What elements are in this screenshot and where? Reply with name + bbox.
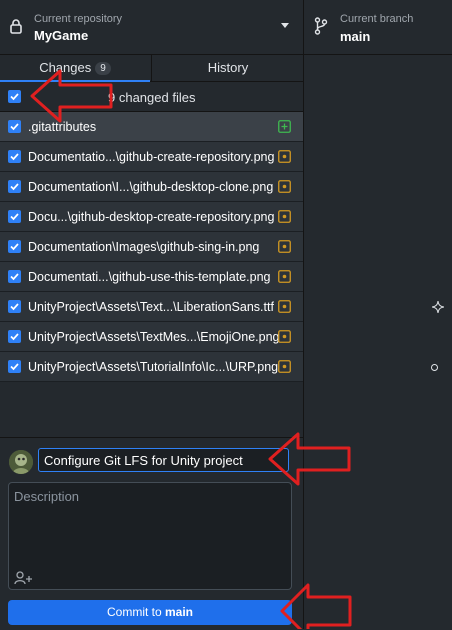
- file-include-checkbox[interactable]: [8, 330, 21, 343]
- branch-name: main: [340, 29, 371, 44]
- file-include-checkbox[interactable]: [8, 150, 21, 163]
- commit-button-prefix: Commit to: [106, 605, 165, 619]
- commit-panel: Commit to main: [0, 437, 303, 630]
- tab-history-label: History: [207, 60, 249, 75]
- changes-sidebar: Changes 9 History 9 changed files .gitatt…: [0, 55, 304, 630]
- file-modified-icon: [278, 270, 291, 286]
- file-path: Documentation\Images\github-sing-in.png: [28, 240, 260, 254]
- branch-caption: Current branch: [340, 13, 414, 25]
- lock-icon: [10, 19, 22, 37]
- current-repository-button[interactable]: Current repository MyGame: [0, 0, 304, 54]
- file-row[interactable]: UnityProject\Assets\Text...\LiberationSa…: [0, 292, 303, 322]
- repository-name: MyGame: [34, 28, 89, 43]
- file-modified-icon: [278, 360, 291, 376]
- file-row[interactable]: Documentation\Images\github-sing-in.png: [0, 232, 303, 262]
- commit-button[interactable]: Commit to main: [8, 600, 292, 625]
- commit-description-box: [8, 482, 292, 590]
- commit-description-input[interactable]: [9, 483, 291, 563]
- file-include-checkbox[interactable]: [8, 120, 21, 133]
- current-branch-button[interactable]: Current branch main: [304, 0, 452, 54]
- file-row[interactable]: UnityProject\Assets\TextMes...\EmojiOne.…: [0, 322, 303, 352]
- file-include-checkbox[interactable]: [8, 360, 21, 373]
- tab-history[interactable]: History: [151, 55, 304, 81]
- file-path: Documentation\I...\github-desktop-clone.…: [28, 180, 274, 194]
- file-path: UnityProject\Assets\TutorialInfo\Ic...\U…: [28, 360, 279, 374]
- diff-pane: [304, 55, 452, 629]
- file-include-checkbox[interactable]: [8, 180, 21, 193]
- file-path: Documentatio...\github-create-repository…: [28, 150, 275, 164]
- file-row[interactable]: Documentati...\github-use-this-template.…: [0, 262, 303, 292]
- file-added-icon: [278, 120, 291, 136]
- file-path: UnityProject\Assets\TextMes...\EmojiOne.…: [28, 330, 280, 344]
- git-branch-icon: [314, 17, 328, 38]
- file-modified-icon: [278, 330, 291, 346]
- commit-summary-input[interactable]: [38, 448, 289, 472]
- file-modified-icon: [278, 210, 291, 226]
- file-row[interactable]: Documentatio...\github-create-repository…: [0, 142, 303, 172]
- file-modified-icon: [278, 180, 291, 196]
- file-include-checkbox[interactable]: [8, 300, 21, 313]
- file-path: Docu...\github-desktop-create-repository…: [28, 210, 275, 224]
- file-row[interactable]: Docu...\github-desktop-create-repository…: [0, 202, 303, 232]
- toolbar: Current repository MyGame Current branch…: [0, 0, 452, 55]
- annotation-arrow-select-all: [30, 69, 113, 123]
- sparkle-icon: [431, 300, 445, 316]
- circle-icon: [431, 364, 438, 371]
- file-modified-icon: [278, 240, 291, 256]
- repository-caption: Current repository: [34, 13, 123, 25]
- file-include-checkbox[interactable]: [8, 210, 21, 223]
- file-path: UnityProject\Assets\Text...\LiberationSa…: [28, 300, 274, 314]
- file-modified-icon: [278, 300, 291, 316]
- add-co-author-icon[interactable]: [14, 571, 34, 588]
- file-modified-icon: [278, 150, 291, 166]
- file-row[interactable]: Documentation\I...\github-desktop-clone.…: [0, 172, 303, 202]
- annotation-arrow-commit: [280, 583, 352, 629]
- chevron-down-icon: [281, 23, 289, 28]
- file-row[interactable]: UnityProject\Assets\TutorialInfo\Ic...\U…: [0, 352, 303, 382]
- file-include-checkbox[interactable]: [8, 240, 21, 253]
- annotation-arrow-summary: [268, 432, 351, 486]
- avatar: [9, 450, 33, 474]
- file-include-checkbox[interactable]: [8, 270, 21, 283]
- select-all-checkbox[interactable]: [8, 90, 21, 103]
- changed-files-count: 9 changed files: [108, 90, 196, 105]
- changed-files-list: .gitattributes Documentatio...\github-cre…: [0, 112, 303, 382]
- commit-button-branch: main: [165, 605, 194, 619]
- file-path: Documentati...\github-use-this-template.…: [28, 270, 271, 284]
